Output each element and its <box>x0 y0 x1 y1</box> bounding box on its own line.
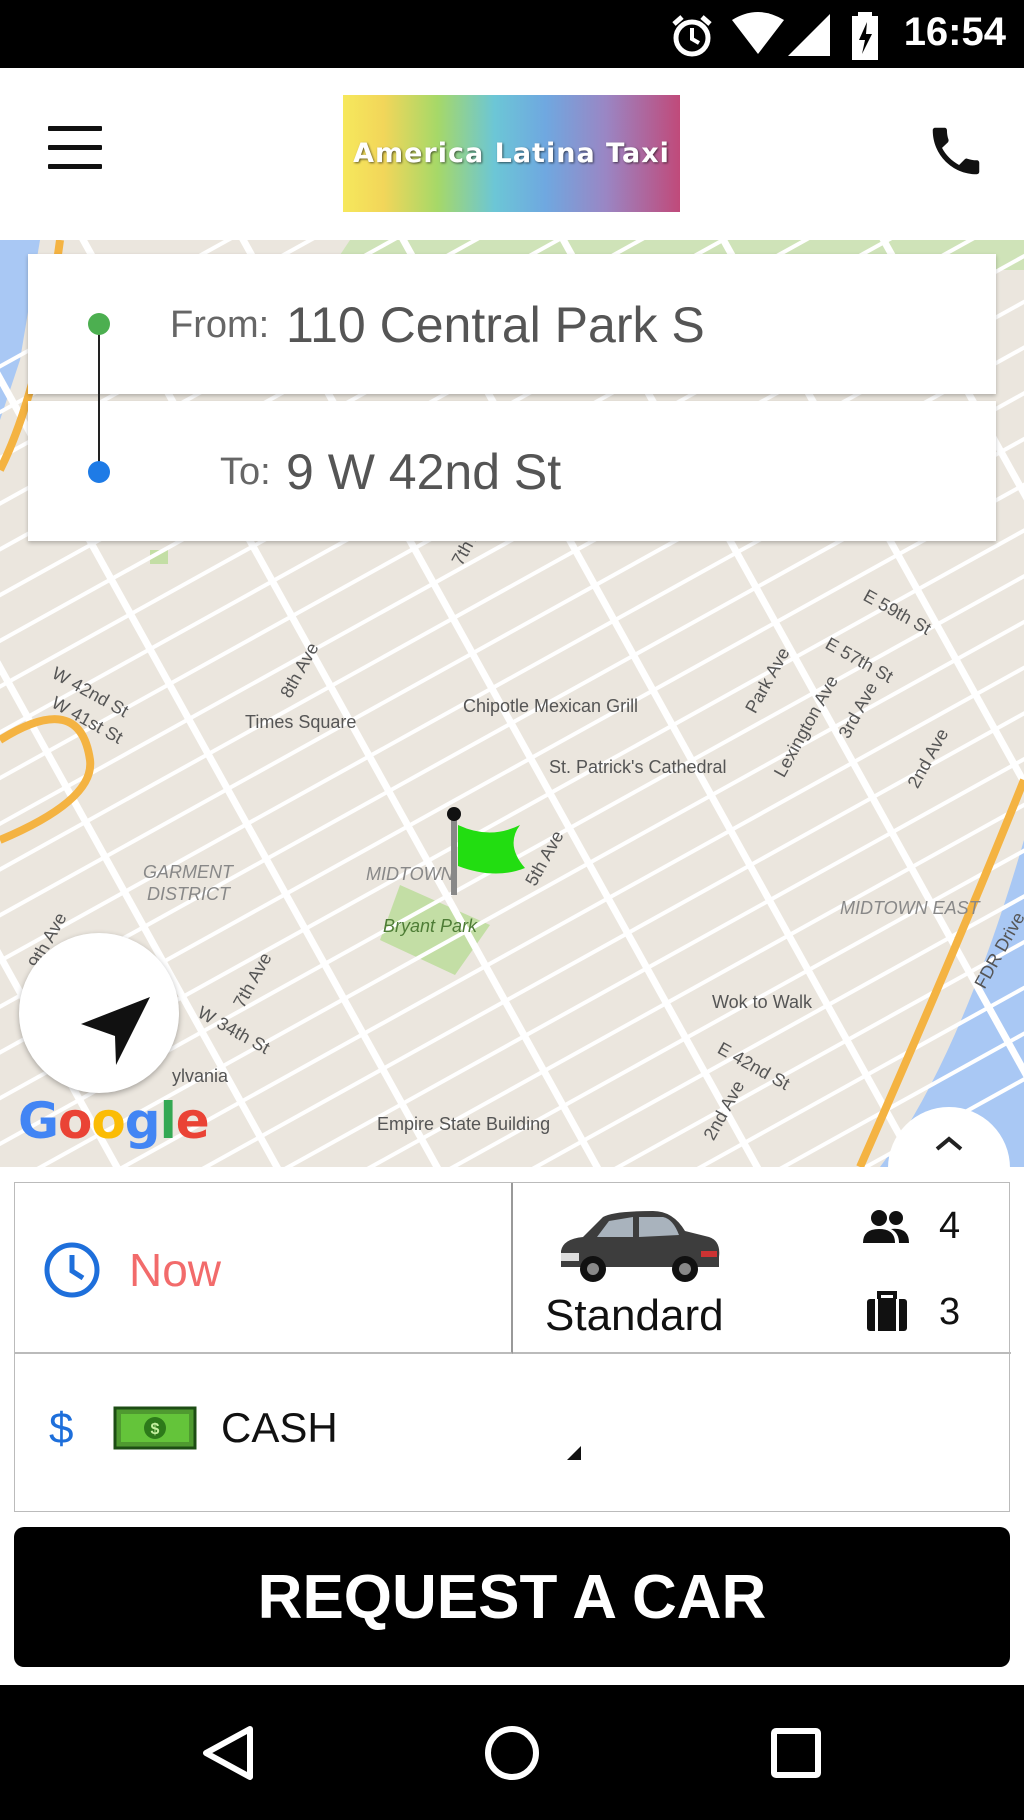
from-address: 110 Central Park S <box>286 297 705 353</box>
clock-icon <box>44 1242 100 1298</box>
system-navigation-bar <box>0 1685 1024 1820</box>
hamburger-icon-bar <box>48 145 102 150</box>
google-letter: e <box>175 1092 210 1150</box>
map-label: DISTRICT <box>147 884 230 904</box>
map-label: MIDTOWN <box>366 864 454 884</box>
to-label: To: <box>220 451 271 493</box>
app-logo: America Latina Taxi <box>343 95 680 212</box>
vehicle-name: Standard <box>545 1291 724 1340</box>
back-icon[interactable] <box>188 1713 268 1793</box>
alarm-icon <box>672 15 712 57</box>
menu-button[interactable] <box>48 126 112 178</box>
map-label: Chipotle Mexican Grill <box>463 696 639 716</box>
svg-text:$: $ <box>151 1421 160 1438</box>
passenger-count: 4 <box>939 1205 961 1247</box>
dropoff-address-field[interactable]: To: 9 W 42nd St <box>28 401 996 541</box>
google-letter: o <box>58 1092 92 1150</box>
hamburger-icon <box>48 126 102 131</box>
status-time: 16:54 <box>903 10 1006 54</box>
my-location-button[interactable] <box>19 933 179 1093</box>
call-button[interactable] <box>925 120 987 182</box>
map-label: St. Patrick's Cathedral <box>549 757 727 777</box>
car-image <box>561 1211 720 1282</box>
google-letter: G <box>18 1092 59 1150</box>
dropoff-dot-icon <box>88 461 110 483</box>
map-label: GARMENT <box>143 862 233 882</box>
luggage-count: 3 <box>939 1291 961 1333</box>
phone-icon <box>932 127 980 175</box>
dollar-icon: $ <box>49 1404 74 1453</box>
status-bar: 16:54 <box>0 0 1024 68</box>
map-label: Empire State Building <box>377 1114 551 1134</box>
dropdown-triangle-icon <box>567 1446 581 1460</box>
request-car-button[interactable]: REQUEST A CAR <box>14 1527 1010 1667</box>
hamburger-icon-bar <box>48 164 102 169</box>
payment-method-label: CASH <box>221 1404 338 1451</box>
map-label: MIDTOWN EAST <box>840 898 980 918</box>
logo-text: America Latina Taxi <box>353 138 670 169</box>
map-label: Times Square <box>245 712 357 732</box>
map-label: Bryant Park <box>383 916 478 936</box>
from-label: From: <box>170 304 270 346</box>
to-address: 9 W 42nd St <box>286 444 562 500</box>
pickup-address-field[interactable]: From: 110 Central Park S <box>28 254 996 394</box>
navigation-arrow-icon <box>81 997 150 1065</box>
luggage-icon <box>867 1291 907 1331</box>
recent-apps-icon[interactable] <box>756 1713 836 1793</box>
google-logo: Google <box>18 1092 210 1150</box>
payment-method-selector[interactable]: $ $ CASH <box>15 1354 1011 1513</box>
app-header: America Latina Taxi <box>0 68 1024 240</box>
google-letter: o <box>91 1092 125 1150</box>
route-connector-line <box>98 324 100 472</box>
pickup-dot-icon <box>88 313 110 335</box>
cash-bill-icon: $ <box>113 1406 197 1450</box>
map-label: Wok to Walk <box>712 992 813 1012</box>
map-label: ylvania <box>172 1066 229 1086</box>
pickup-time-value: Now <box>129 1244 222 1296</box>
cellular-signal-icon <box>788 14 830 56</box>
vehicle-type-selector[interactable]: Standard 4 3 <box>513 1183 1011 1354</box>
passengers-icon <box>863 1210 909 1243</box>
google-letter: l <box>159 1092 177 1150</box>
battery-charging-icon <box>852 12 878 60</box>
wifi-icon <box>732 12 784 54</box>
pickup-time-selector[interactable]: Now <box>15 1183 513 1354</box>
google-letter: g <box>124 1092 161 1150</box>
home-icon[interactable] <box>472 1713 552 1793</box>
booking-options-panel: Now Standard 4 3 $ $ CASH <box>14 1182 1011 1513</box>
